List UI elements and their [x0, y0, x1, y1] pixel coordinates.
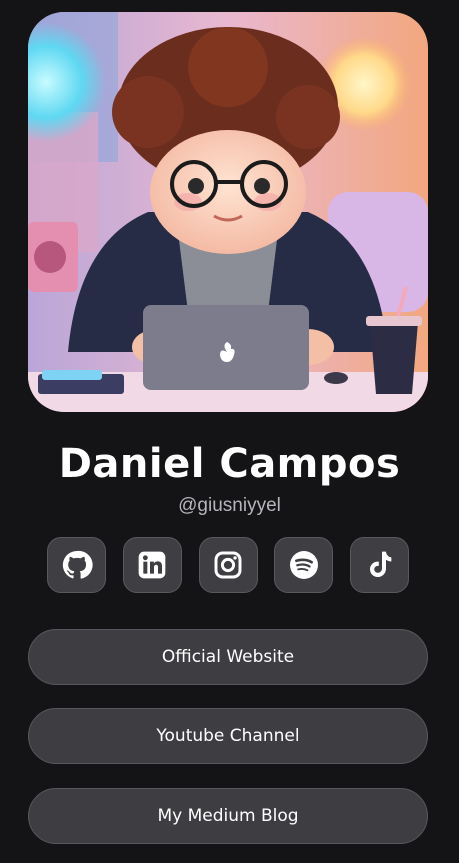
- profile-card: Daniel Campos @giusniyyel Official Websi…: [0, 0, 459, 863]
- spotify-button[interactable]: [274, 537, 334, 593]
- social-links: [47, 537, 409, 595]
- profile-handle: @giusniyyel: [178, 495, 281, 516]
- instagram-icon: [214, 551, 242, 579]
- linkedin-icon: [138, 551, 166, 579]
- github-button[interactable]: [47, 537, 106, 593]
- github-icon: [62, 550, 93, 579]
- tiktok-icon: [369, 551, 391, 577]
- tiktok-button[interactable]: [350, 537, 409, 593]
- avatar: [28, 12, 428, 412]
- linkedin-button[interactable]: [122, 537, 182, 593]
- youtube-channel-button[interactable]: Youtube Channel: [28, 708, 428, 764]
- official-website-button[interactable]: Official Website: [28, 629, 428, 685]
- profile-name: Daniel Campos: [58, 441, 401, 487]
- spotify-icon: [289, 551, 318, 579]
- instagram-button[interactable]: [198, 537, 258, 593]
- medium-blog-button[interactable]: My Medium Blog: [28, 788, 428, 844]
